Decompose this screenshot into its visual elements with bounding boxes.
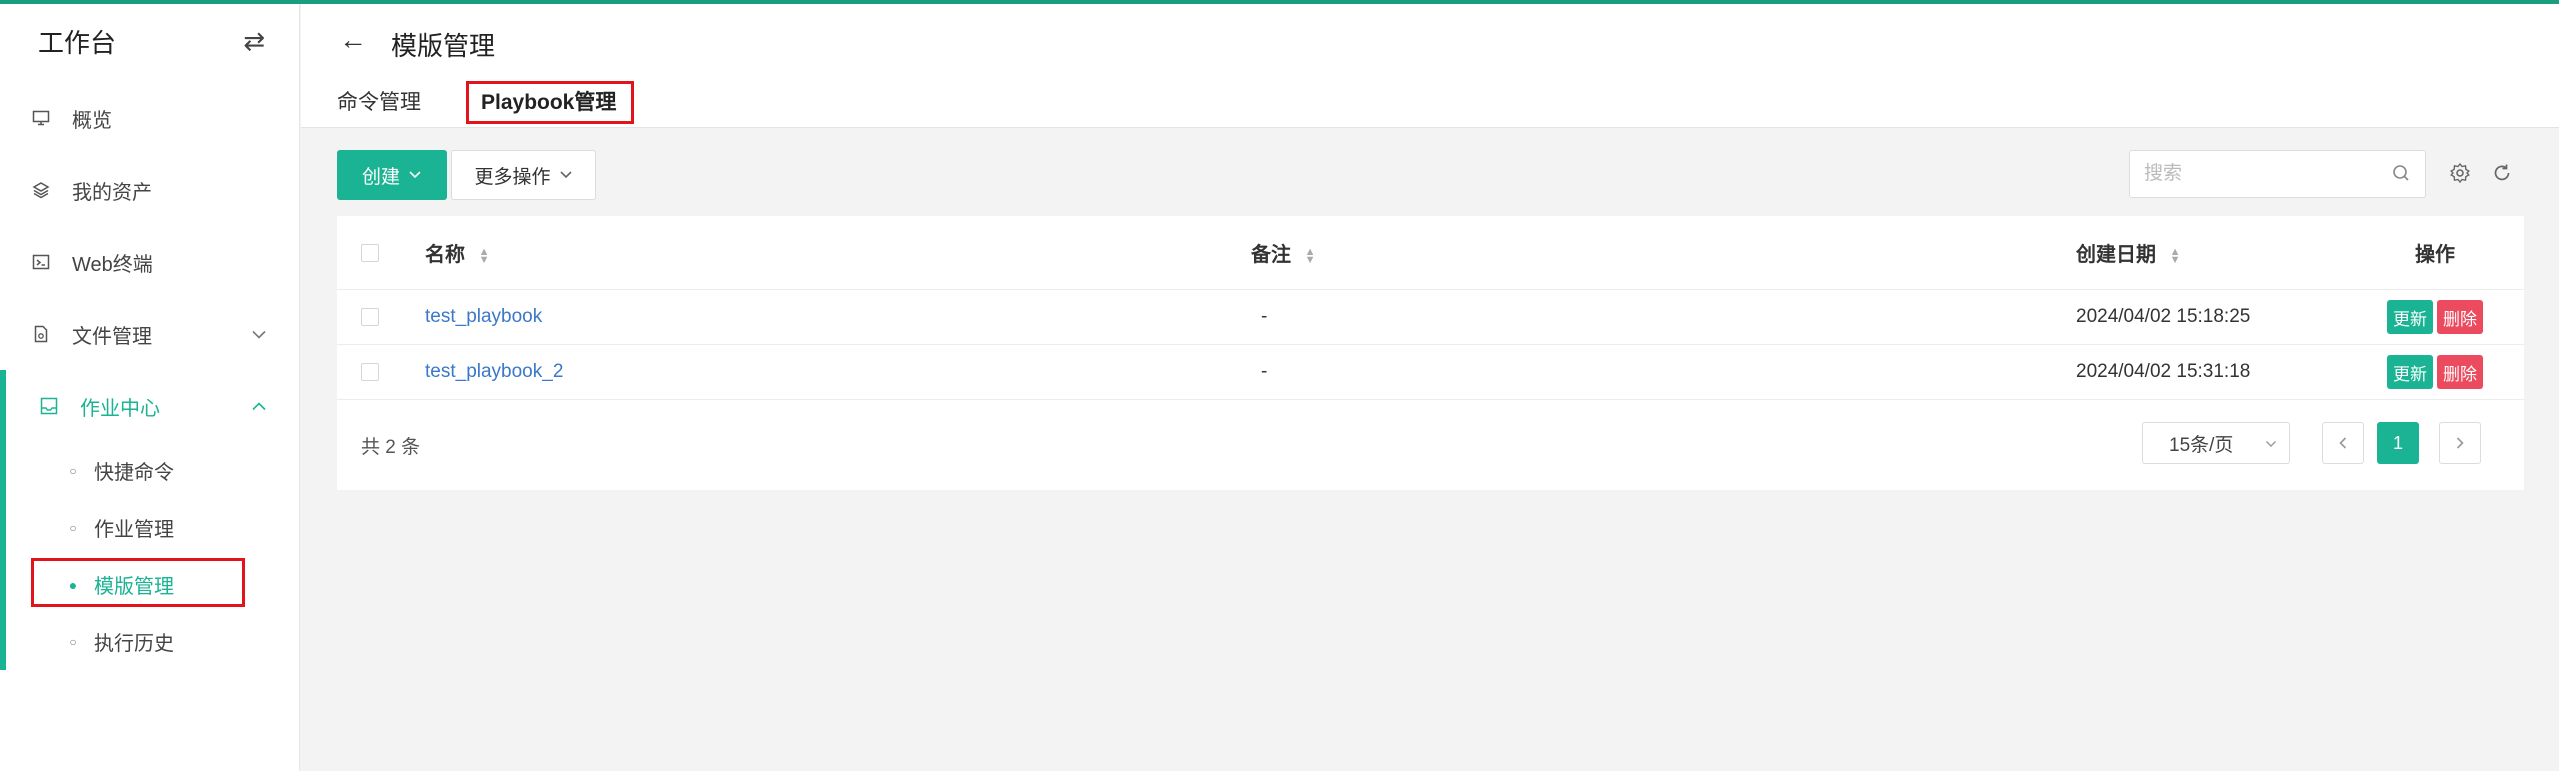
column-header-name[interactable]: 名称 ▲ ▼ xyxy=(425,238,1251,267)
back-arrow-icon[interactable]: ← xyxy=(339,24,367,56)
page-title: 模版管理 xyxy=(391,31,496,61)
sidebar-subitem-label: 执行历史 xyxy=(94,633,174,655)
sidebar-subitem-label: 模版管理 xyxy=(94,576,174,598)
remark-cell: - xyxy=(1261,306,1268,327)
ops-cell: 更新 删除 xyxy=(2346,355,2524,389)
page-number-button[interactable]: 1 xyxy=(2377,422,2419,464)
bullet-icon: ○ xyxy=(69,520,77,535)
top-accent-line xyxy=(0,0,2559,4)
select-all-checkbox[interactable] xyxy=(361,243,379,262)
bullet-icon: ○ xyxy=(69,634,77,649)
sidebar-item-label: 概览 xyxy=(72,109,112,132)
page-header: ← 模版管理 命令管理 Playbook管理 xyxy=(301,4,2559,128)
create-button-label: 创建 xyxy=(361,166,400,188)
row-checkbox[interactable] xyxy=(361,308,379,326)
chevron-down-icon xyxy=(559,166,573,184)
playbook-name-link[interactable]: test_playbook_2 xyxy=(425,361,563,382)
more-actions-button[interactable]: 更多操作 xyxy=(451,150,596,200)
gear-icon[interactable] xyxy=(2449,162,2471,189)
sidebar-header: 工作台 ⇄ xyxy=(0,0,299,82)
bullet-icon: ○ xyxy=(69,463,77,478)
delete-button[interactable]: 删除 xyxy=(2437,300,2483,334)
sidebar-subitem-template-management[interactable]: ● 模版管理 xyxy=(6,556,299,613)
sidebar-item-web-terminal[interactable]: Web终端 xyxy=(0,226,299,298)
sidebar-item-file-management[interactable]: 文件管理 xyxy=(0,298,299,370)
chevron-down-icon xyxy=(2265,435,2277,451)
page-size-select[interactable]: 15条/页 xyxy=(2142,422,2290,464)
row-checkbox[interactable] xyxy=(361,363,379,381)
tab-command-management[interactable]: 命令管理 xyxy=(337,86,421,116)
update-button[interactable]: 更新 xyxy=(2387,355,2433,389)
remark-cell: - xyxy=(1261,361,1268,382)
swap-icon[interactable]: ⇄ xyxy=(243,26,265,57)
sidebar-item-label: 我的资产 xyxy=(72,181,152,204)
update-button[interactable]: 更新 xyxy=(2387,300,2433,334)
next-page-button[interactable] xyxy=(2439,422,2481,464)
search-icon[interactable] xyxy=(2391,163,2411,188)
chevron-down-icon xyxy=(408,166,422,184)
search-box xyxy=(2129,150,2426,198)
sidebar: 工作台 ⇄ 概览 我的资产 Web终端 文件管理 作业中心 ○ 快捷命令 ○ 作… xyxy=(0,0,300,771)
sidebar-item-label: Web终端 xyxy=(72,253,153,276)
sort-icon[interactable]: ▲ ▼ xyxy=(1305,246,1316,265)
sidebar-item-job-center[interactable]: 作业中心 xyxy=(6,370,299,442)
file-icon xyxy=(30,325,52,343)
chevron-up-icon xyxy=(251,395,267,418)
column-header-remark[interactable]: 备注 ▲ ▼ xyxy=(1251,238,2076,267)
more-actions-label: 更多操作 xyxy=(474,166,551,188)
sidebar-item-label: 文件管理 xyxy=(72,325,152,348)
sidebar-item-label: 作业中心 xyxy=(80,397,160,420)
sidebar-subitem-execution-history[interactable]: ○ 执行历史 xyxy=(6,613,299,670)
date-cell: 2024/04/02 15:18:25 xyxy=(2076,306,2251,327)
main-content: ← 模版管理 命令管理 Playbook管理 创建 更多操作 搜索 名称 ▲ ▼… xyxy=(301,4,2559,771)
column-header-date[interactable]: 创建日期 ▲ ▼ xyxy=(2076,238,2346,267)
create-button[interactable]: 创建 xyxy=(337,150,447,200)
sidebar-group-job-center: 作业中心 ○ 快捷命令 ○ 作业管理 ● 模版管理 ○ 执行历史 xyxy=(0,370,299,670)
sidebar-item-my-assets[interactable]: 我的资产 xyxy=(0,154,299,226)
sidebar-subitem-label: 快捷命令 xyxy=(94,462,174,484)
layers-icon xyxy=(30,181,52,199)
date-cell: 2024/04/02 15:31:18 xyxy=(2076,361,2251,382)
prev-page-button[interactable] xyxy=(2322,422,2364,464)
tab-playbook-management[interactable]: Playbook管理 xyxy=(481,86,616,116)
table-header: 名称 ▲ ▼ 备注 ▲ ▼ 创建日期 ▲ ▼ 操作 xyxy=(337,216,2524,290)
sort-icon[interactable]: ▲ ▼ xyxy=(479,246,490,265)
refresh-icon[interactable] xyxy=(2491,162,2513,189)
task-icon xyxy=(38,397,60,415)
tab-bar: 命令管理 Playbook管理 xyxy=(337,86,616,116)
delete-button[interactable]: 删除 xyxy=(2437,355,2483,389)
sidebar-subitem-job-management[interactable]: ○ 作业管理 xyxy=(6,499,299,556)
table-row: test_playbook - 2024/04/02 15:18:25 更新 删… xyxy=(337,290,2524,345)
bullet-icon: ● xyxy=(68,576,78,593)
column-header-ops: 操作 xyxy=(2415,244,2455,266)
toolbar: 创建 更多操作 xyxy=(337,150,596,200)
table-footer: 共 2 条 15条/页 1 xyxy=(337,400,2524,490)
sort-icon[interactable]: ▲ ▼ xyxy=(2170,246,2181,265)
playbook-table: 名称 ▲ ▼ 备注 ▲ ▼ 创建日期 ▲ ▼ 操作 test_playbook - 2… xyxy=(337,216,2524,490)
terminal-icon xyxy=(30,253,52,271)
monitor-icon xyxy=(30,109,52,127)
ops-cell: 更新 删除 xyxy=(2346,300,2524,334)
table-row: test_playbook_2 - 2024/04/02 15:31:18 更新… xyxy=(337,345,2524,400)
chevron-down-icon xyxy=(251,323,267,346)
sidebar-subitem-label: 作业管理 xyxy=(94,519,174,541)
sidebar-subitem-quick-command[interactable]: ○ 快捷命令 xyxy=(6,442,299,499)
total-count: 共 2 条 xyxy=(361,437,421,458)
sidebar-title: 工作台 xyxy=(38,27,117,58)
playbook-name-link[interactable]: test_playbook xyxy=(425,306,542,327)
sidebar-item-overview[interactable]: 概览 xyxy=(0,82,299,154)
search-input[interactable] xyxy=(2130,151,2370,197)
